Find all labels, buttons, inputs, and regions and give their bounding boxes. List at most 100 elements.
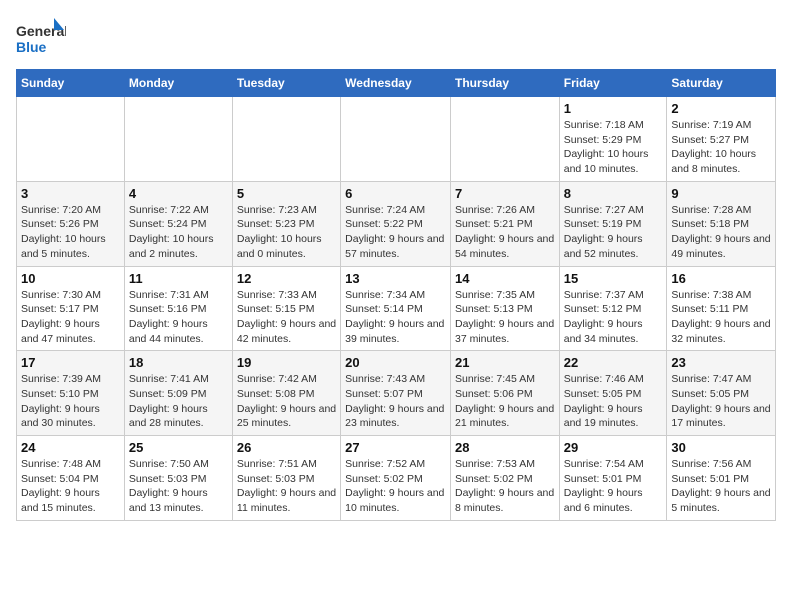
logo: GeneralBlue <box>16 16 66 61</box>
day-info: Sunrise: 7:24 AM Sunset: 5:22 PM Dayligh… <box>345 203 446 262</box>
day-number: 5 <box>237 186 336 201</box>
calendar-week-1: 1 Sunrise: 7:18 AM Sunset: 5:29 PM Daylig… <box>17 97 776 182</box>
day-number: 8 <box>564 186 663 201</box>
calendar-cell: 14 Sunrise: 7:35 AM Sunset: 5:13 PM Dayli… <box>450 266 559 351</box>
calendar-cell: 12 Sunrise: 7:33 AM Sunset: 5:15 PM Dayli… <box>232 266 340 351</box>
day-info: Sunrise: 7:54 AM Sunset: 5:01 PM Dayligh… <box>564 457 663 516</box>
day-info: Sunrise: 7:43 AM Sunset: 5:07 PM Dayligh… <box>345 372 446 431</box>
day-number: 18 <box>129 355 228 370</box>
calendar-cell: 11 Sunrise: 7:31 AM Sunset: 5:16 PM Dayli… <box>124 266 232 351</box>
calendar-cell: 1 Sunrise: 7:18 AM Sunset: 5:29 PM Daylig… <box>559 97 667 182</box>
calendar-cell: 3 Sunrise: 7:20 AM Sunset: 5:26 PM Daylig… <box>17 181 125 266</box>
calendar-cell: 6 Sunrise: 7:24 AM Sunset: 5:22 PM Daylig… <box>341 181 451 266</box>
calendar-cell: 4 Sunrise: 7:22 AM Sunset: 5:24 PM Daylig… <box>124 181 232 266</box>
day-info: Sunrise: 7:41 AM Sunset: 5:09 PM Dayligh… <box>129 372 228 431</box>
day-info: Sunrise: 7:48 AM Sunset: 5:04 PM Dayligh… <box>21 457 120 516</box>
calendar-week-3: 10Sunrise: 7:30 AM Sunset: 5:17 PM Dayli… <box>17 266 776 351</box>
day-info: Sunrise: 7:27 AM Sunset: 5:19 PM Dayligh… <box>564 203 663 262</box>
day-info: Sunrise: 7:23 AM Sunset: 5:23 PM Dayligh… <box>237 203 336 262</box>
header: GeneralBlue <box>16 16 776 61</box>
day-info: Sunrise: 7:47 AM Sunset: 5:05 PM Dayligh… <box>671 372 771 431</box>
day-number: 14 <box>455 271 555 286</box>
day-info: Sunrise: 7:50 AM Sunset: 5:03 PM Dayligh… <box>129 457 228 516</box>
weekday-header-sunday: Sunday <box>17 70 125 97</box>
weekday-header-wednesday: Wednesday <box>341 70 451 97</box>
day-info: Sunrise: 7:30 AM Sunset: 5:17 PM Dayligh… <box>21 288 120 347</box>
calendar-week-2: 3 Sunrise: 7:20 AM Sunset: 5:26 PM Daylig… <box>17 181 776 266</box>
calendar-cell <box>17 97 125 182</box>
day-number: 28 <box>455 440 555 455</box>
calendar-cell: 22Sunrise: 7:46 AM Sunset: 5:05 PM Dayli… <box>559 351 667 436</box>
day-number: 16 <box>671 271 771 286</box>
day-number: 23 <box>671 355 771 370</box>
day-number: 12 <box>237 271 336 286</box>
weekday-header-friday: Friday <box>559 70 667 97</box>
calendar-cell: 28 Sunrise: 7:53 AM Sunset: 5:02 PM Dayli… <box>450 436 559 521</box>
calendar-cell: 8 Sunrise: 7:27 AM Sunset: 5:19 PM Daylig… <box>559 181 667 266</box>
weekday-header-thursday: Thursday <box>450 70 559 97</box>
calendar-cell: 15 Sunrise: 7:37 AM Sunset: 5:12 PM Dayli… <box>559 266 667 351</box>
day-info: Sunrise: 7:31 AM Sunset: 5:16 PM Dayligh… <box>129 288 228 347</box>
day-number: 29 <box>564 440 663 455</box>
weekday-header-tuesday: Tuesday <box>232 70 340 97</box>
weekday-header-row: SundayMondayTuesdayWednesdayThursdayFrid… <box>17 70 776 97</box>
day-number: 24 <box>21 440 120 455</box>
calendar-cell: 19 Sunrise: 7:42 AM Sunset: 5:08 PM Dayli… <box>232 351 340 436</box>
day-number: 6 <box>345 186 446 201</box>
calendar-cell: 16 Sunrise: 7:38 AM Sunset: 5:11 PM Dayli… <box>667 266 776 351</box>
calendar-cell: 20 Sunrise: 7:43 AM Sunset: 5:07 PM Dayli… <box>341 351 451 436</box>
day-info: Sunrise: 7:52 AM Sunset: 5:02 PM Dayligh… <box>345 457 446 516</box>
day-info: Sunrise: 7:34 AM Sunset: 5:14 PM Dayligh… <box>345 288 446 347</box>
day-number: 9 <box>671 186 771 201</box>
day-number: 3 <box>21 186 120 201</box>
day-number: 21 <box>455 355 555 370</box>
weekday-header-saturday: Saturday <box>667 70 776 97</box>
day-number: 2 <box>671 101 771 116</box>
weekday-header-monday: Monday <box>124 70 232 97</box>
day-info: Sunrise: 7:56 AM Sunset: 5:01 PM Dayligh… <box>671 457 771 516</box>
calendar-week-4: 17Sunrise: 7:39 AM Sunset: 5:10 PM Dayli… <box>17 351 776 436</box>
calendar-cell: 30 Sunrise: 7:56 AM Sunset: 5:01 PM Dayli… <box>667 436 776 521</box>
day-number: 30 <box>671 440 771 455</box>
calendar-cell: 2 Sunrise: 7:19 AM Sunset: 5:27 PM Daylig… <box>667 97 776 182</box>
day-number: 19 <box>237 355 336 370</box>
calendar-cell: 13 Sunrise: 7:34 AM Sunset: 5:14 PM Dayli… <box>341 266 451 351</box>
day-info: Sunrise: 7:38 AM Sunset: 5:11 PM Dayligh… <box>671 288 771 347</box>
calendar-cell: 9 Sunrise: 7:28 AM Sunset: 5:18 PM Daylig… <box>667 181 776 266</box>
day-info: Sunrise: 7:33 AM Sunset: 5:15 PM Dayligh… <box>237 288 336 347</box>
day-info: Sunrise: 7:18 AM Sunset: 5:29 PM Dayligh… <box>564 118 663 177</box>
calendar-cell: 24 Sunrise: 7:48 AM Sunset: 5:04 PM Dayli… <box>17 436 125 521</box>
calendar-cell: 5 Sunrise: 7:23 AM Sunset: 5:23 PM Daylig… <box>232 181 340 266</box>
day-number: 20 <box>345 355 446 370</box>
day-number: 15 <box>564 271 663 286</box>
day-info: Sunrise: 7:42 AM Sunset: 5:08 PM Dayligh… <box>237 372 336 431</box>
day-info: Sunrise: 7:53 AM Sunset: 5:02 PM Dayligh… <box>455 457 555 516</box>
calendar-cell: 26 Sunrise: 7:51 AM Sunset: 5:03 PM Dayli… <box>232 436 340 521</box>
day-info: Sunrise: 7:46 AM Sunset: 5:05 PM Dayligh… <box>564 372 663 431</box>
day-number: 4 <box>129 186 228 201</box>
day-info: Sunrise: 7:35 AM Sunset: 5:13 PM Dayligh… <box>455 288 555 347</box>
calendar-cell: 7Sunrise: 7:26 AM Sunset: 5:21 PM Daylig… <box>450 181 559 266</box>
calendar-week-5: 24 Sunrise: 7:48 AM Sunset: 5:04 PM Dayli… <box>17 436 776 521</box>
calendar-cell: 23 Sunrise: 7:47 AM Sunset: 5:05 PM Dayli… <box>667 351 776 436</box>
day-info: Sunrise: 7:51 AM Sunset: 5:03 PM Dayligh… <box>237 457 336 516</box>
day-info: Sunrise: 7:22 AM Sunset: 5:24 PM Dayligh… <box>129 203 228 262</box>
calendar-cell <box>450 97 559 182</box>
day-info: Sunrise: 7:26 AM Sunset: 5:21 PM Dayligh… <box>455 203 555 262</box>
calendar-cell <box>232 97 340 182</box>
day-number: 27 <box>345 440 446 455</box>
calendar-cell: 27 Sunrise: 7:52 AM Sunset: 5:02 PM Dayli… <box>341 436 451 521</box>
calendar-cell: 17Sunrise: 7:39 AM Sunset: 5:10 PM Dayli… <box>17 351 125 436</box>
day-number: 11 <box>129 271 228 286</box>
calendar-cell: 29 Sunrise: 7:54 AM Sunset: 5:01 PM Dayli… <box>559 436 667 521</box>
day-number: 1 <box>564 101 663 116</box>
calendar-cell <box>124 97 232 182</box>
day-info: Sunrise: 7:19 AM Sunset: 5:27 PM Dayligh… <box>671 118 771 177</box>
day-number: 26 <box>237 440 336 455</box>
day-info: Sunrise: 7:20 AM Sunset: 5:26 PM Dayligh… <box>21 203 120 262</box>
day-number: 13 <box>345 271 446 286</box>
calendar-cell: 21Sunrise: 7:45 AM Sunset: 5:06 PM Dayli… <box>450 351 559 436</box>
day-info: Sunrise: 7:37 AM Sunset: 5:12 PM Dayligh… <box>564 288 663 347</box>
calendar-cell <box>341 97 451 182</box>
day-info: Sunrise: 7:28 AM Sunset: 5:18 PM Dayligh… <box>671 203 771 262</box>
